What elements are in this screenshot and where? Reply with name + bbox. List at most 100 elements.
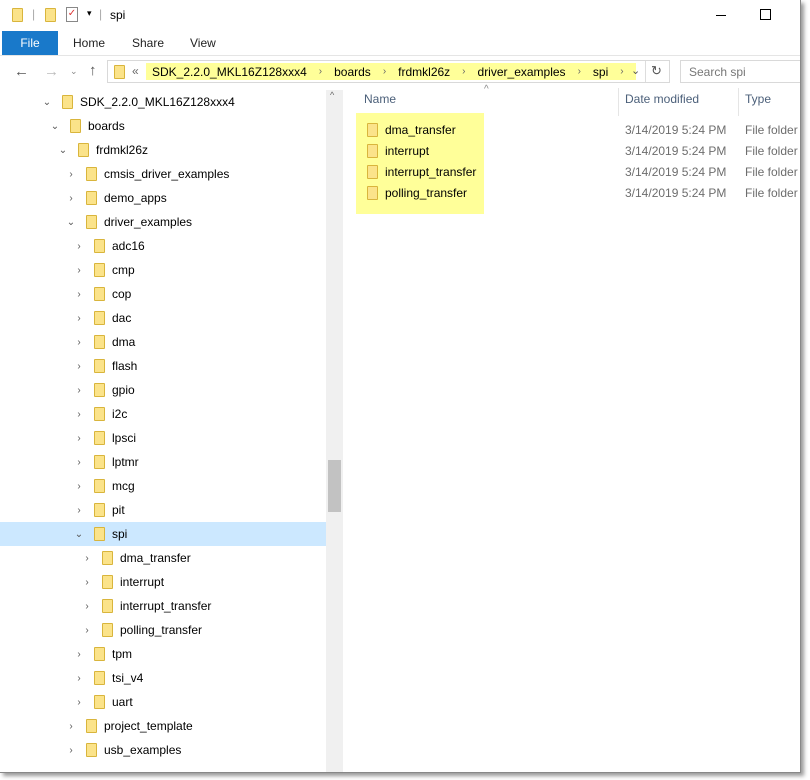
tree-item[interactable]: › usb_examples [0, 738, 326, 762]
chevron-right-icon[interactable]: › [66, 745, 76, 756]
tree-item[interactable]: › mcg [0, 474, 326, 498]
tab-share[interactable]: Share [132, 31, 164, 55]
tree-item[interactable]: › cmp [0, 258, 326, 282]
tree-item[interactable]: › i2c [0, 402, 326, 426]
file-row[interactable]: polling_transfer 3/14/2019 5:24 PM File fo… [356, 183, 800, 204]
new-folder-icon[interactable] [45, 8, 56, 22]
tree-item[interactable]: › cop [0, 282, 326, 306]
tree-item[interactable]: ⌄ spi [0, 522, 326, 546]
chevron-right-icon[interactable]: › [74, 385, 84, 396]
chevron-right-icon[interactable]: › [74, 697, 84, 708]
tree-item[interactable]: › polling_transfer [0, 618, 326, 642]
chevron-right-icon[interactable]: › [82, 577, 92, 588]
tree-item[interactable]: › uart [0, 690, 326, 714]
recent-locations-icon[interactable]: ⌄ [70, 66, 78, 77]
chevron-right-icon[interactable]: › [74, 481, 84, 492]
chevron-down-icon[interactable]: ⌄ [58, 145, 68, 156]
chevron-right-icon[interactable]: › [74, 457, 84, 468]
tree-item[interactable]: ⌄ SDK_2.2.0_MKL16Z128xxx4 [0, 90, 326, 114]
tree-item[interactable]: › interrupt [0, 570, 326, 594]
tab-view[interactable]: View [190, 31, 216, 55]
minimize-icon[interactable] [716, 15, 726, 16]
chevron-down-icon[interactable]: ⌄ [74, 529, 84, 540]
up-icon[interactable]: ↑ [89, 62, 97, 79]
maximize-icon[interactable] [760, 9, 771, 20]
customize-toolbar-icon[interactable]: ▾ [87, 8, 92, 19]
chevron-right-icon[interactable]: › [74, 433, 84, 444]
tree-item[interactable]: › interrupt_transfer [0, 594, 326, 618]
scroll-up-icon[interactable]: ^ [330, 90, 334, 100]
breadcrumb-boards[interactable]: boards [334, 65, 371, 79]
forward-icon[interactable]: → [44, 63, 59, 80]
chevron-right-icon[interactable]: › [74, 241, 84, 252]
column-header-date[interactable]: Date modified [625, 92, 699, 106]
back-icon[interactable]: ← [14, 63, 29, 80]
tree-item[interactable]: › flash [0, 354, 326, 378]
address-bar[interactable]: « SDK_2.2.0_MKL16Z128xxx4 › boards › frdmk… [107, 60, 670, 83]
folder-icon [367, 186, 378, 200]
chevron-right-icon[interactable]: › [82, 601, 92, 612]
overflow-chevron[interactable]: « [132, 64, 139, 78]
properties-icon[interactable]: ✓ [66, 7, 78, 22]
chevron-right-icon[interactable]: › [74, 337, 84, 348]
tree-item-label: dma [112, 335, 136, 349]
chevron-right-icon[interactable]: › [462, 66, 465, 77]
tree-item[interactable]: › demo_apps [0, 186, 326, 210]
file-date: 3/14/2019 5:24 PM [625, 186, 727, 200]
column-divider[interactable] [738, 88, 739, 116]
tree-item[interactable]: ⌄ driver_examples [0, 210, 326, 234]
chevron-right-icon[interactable]: › [319, 66, 322, 77]
tree-item[interactable]: › pit [0, 498, 326, 522]
breadcrumb-sdk[interactable]: SDK_2.2.0_MKL16Z128xxx4 [152, 65, 307, 79]
tree-item[interactable]: › tpm [0, 642, 326, 666]
file-row[interactable]: interrupt_transfer 3/14/2019 5:24 PM File … [356, 162, 800, 183]
tree-item[interactable]: › adc16 [0, 234, 326, 258]
chevron-right-icon[interactable]: › [74, 361, 84, 372]
chevron-right-icon[interactable]: › [66, 193, 76, 204]
chevron-right-icon[interactable]: › [66, 169, 76, 180]
refresh-icon[interactable]: ↻ [651, 63, 662, 79]
chevron-right-icon[interactable]: › [74, 505, 84, 516]
chevron-down-icon[interactable]: ⌄ [66, 217, 76, 228]
chevron-down-icon[interactable]: ⌄ [42, 97, 52, 108]
tree-item[interactable]: › lptmr [0, 450, 326, 474]
tree-item[interactable]: ⌄ boards [0, 114, 326, 138]
tab-home[interactable]: Home [73, 31, 105, 55]
column-header-type[interactable]: Type [745, 92, 771, 106]
chevron-down-icon[interactable]: ⌄ [50, 121, 60, 132]
chevron-right-icon[interactable]: › [74, 265, 84, 276]
chevron-right-icon[interactable]: › [66, 721, 76, 732]
ribbon: File Home Share View [0, 31, 800, 56]
tree-item[interactable]: › tsi_v4 [0, 666, 326, 690]
chevron-right-icon[interactable]: › [82, 553, 92, 564]
search-input[interactable]: Search spi [680, 60, 800, 83]
tree-item[interactable]: › gpio [0, 378, 326, 402]
chevron-right-icon[interactable]: › [578, 66, 581, 77]
chevron-right-icon[interactable]: › [74, 673, 84, 684]
tree-item[interactable]: ⌄ frdmkl26z [0, 138, 326, 162]
column-divider[interactable] [618, 88, 619, 116]
chevron-right-icon[interactable]: › [74, 649, 84, 660]
file-row[interactable]: dma_transfer 3/14/2019 5:24 PM File folder [356, 120, 800, 141]
tree-item[interactable]: › cmsis_driver_examples [0, 162, 326, 186]
chevron-right-icon[interactable]: › [620, 66, 623, 77]
tree-item[interactable]: › dma_transfer [0, 546, 326, 570]
column-header-name[interactable]: Name [364, 92, 396, 106]
tab-file[interactable]: File [2, 31, 58, 55]
tree-item[interactable]: › project_template [0, 714, 326, 738]
breadcrumb-frdmkl26z[interactable]: frdmkl26z [398, 65, 450, 79]
tree-item[interactable]: › lpsci [0, 426, 326, 450]
breadcrumb-spi[interactable]: spi [593, 65, 608, 79]
chevron-right-icon[interactable]: › [82, 625, 92, 636]
tree-item[interactable]: › dma [0, 330, 326, 354]
file-row[interactable]: interrupt 3/14/2019 5:24 PM File folder [356, 141, 800, 162]
chevron-right-icon[interactable]: › [74, 409, 84, 420]
tree-item[interactable]: › dac [0, 306, 326, 330]
tree-scrollbar[interactable]: ^ [326, 90, 343, 772]
chevron-right-icon[interactable]: › [383, 66, 386, 77]
chevron-right-icon[interactable]: › [74, 289, 84, 300]
chevron-right-icon[interactable]: › [74, 313, 84, 324]
chevron-down-icon[interactable]: ⌄ [631, 64, 640, 77]
scroll-thumb[interactable] [328, 460, 341, 512]
breadcrumb-driver-examples[interactable]: driver_examples [478, 65, 566, 79]
